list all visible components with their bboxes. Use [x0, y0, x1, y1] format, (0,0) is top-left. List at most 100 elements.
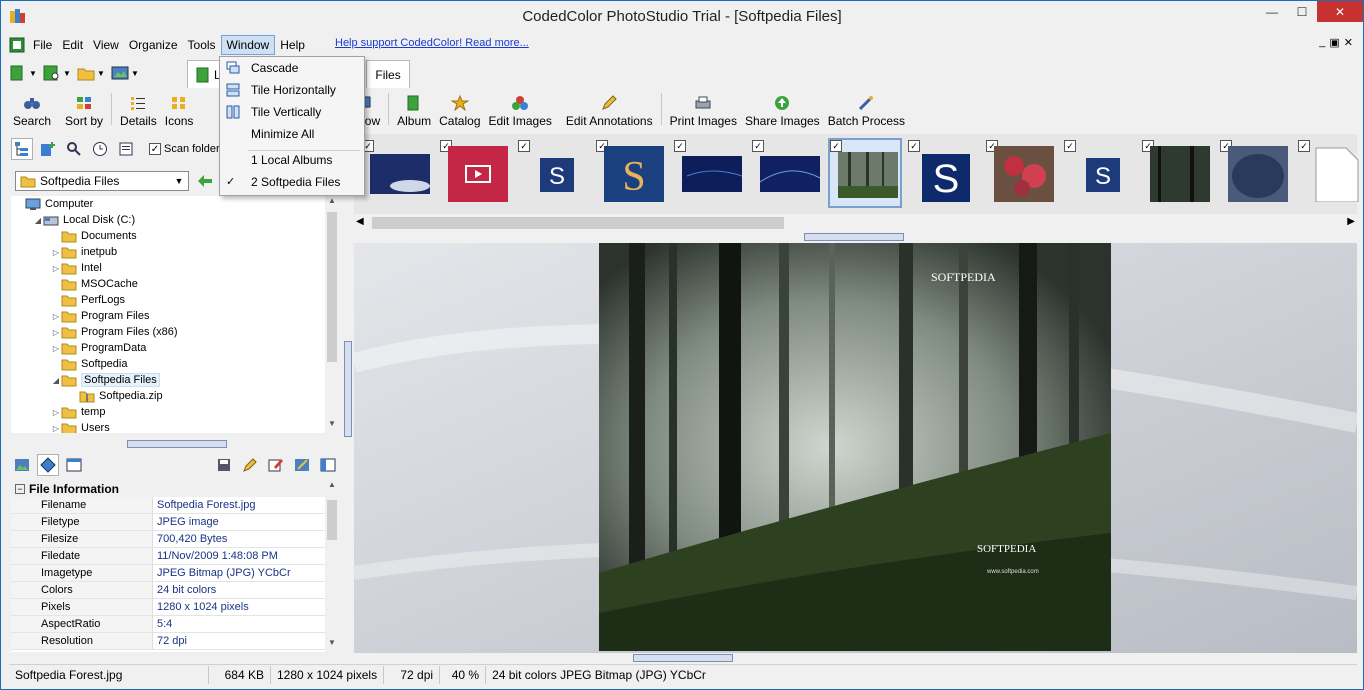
tree-item[interactable]: ▷ Program Files — [11, 308, 339, 324]
property-row[interactable]: Filedate 11/Nov/2009 1:48:08 PM — [11, 548, 339, 565]
tree-item[interactable]: ◢ Softpedia Files — [11, 372, 339, 388]
tab-preview[interactable] — [11, 454, 33, 476]
edit-images-button[interactable]: Edit Images — [485, 89, 556, 129]
menu-view[interactable]: View — [88, 35, 124, 55]
tree-item[interactable]: ▷ Intel — [11, 260, 339, 276]
image-preview[interactable]: SOFTPEDIA SOFTPEDIA www.softpedia.com — [354, 243, 1357, 653]
thumbnail[interactable]: ✓ — [1220, 140, 1290, 206]
save-tags-button[interactable] — [213, 454, 235, 476]
collapse-icon[interactable]: − — [15, 483, 25, 494]
preview-splitter-handle[interactable] — [633, 654, 733, 662]
tree-item[interactable]: Softpedia — [11, 356, 339, 372]
property-row[interactable]: Resolution 72 dpi — [11, 633, 339, 650]
document-icon[interactable] — [9, 37, 25, 53]
scroll-thumb[interactable] — [372, 217, 784, 229]
menu-item-tile-vertically[interactable]: Tile Vertically — [220, 101, 364, 123]
edit-annotations-button[interactable]: Edit Annotations — [556, 89, 657, 129]
folder-combo[interactable]: Softpedia Files ▼ — [15, 171, 189, 191]
icons-button[interactable]: Icons — [161, 89, 198, 129]
album-button[interactable]: Album — [393, 89, 435, 129]
expand-toggle-icon[interactable]: ▷ — [51, 264, 61, 273]
tree-scrollbar[interactable]: ▲ ▼ — [325, 196, 339, 433]
tree-item[interactable]: ▷ Program Files (x86) — [11, 324, 339, 340]
tab-history[interactable] — [89, 138, 111, 160]
expand-toggle-icon[interactable]: ▷ — [51, 344, 61, 353]
menu-help[interactable]: Help — [275, 35, 310, 55]
tree-item[interactable]: ▷ inetpub — [11, 244, 339, 260]
edit-caption-button[interactable] — [265, 454, 287, 476]
thumbnail[interactable]: ✓ — [752, 140, 822, 206]
menu-item-tile-horizontally[interactable]: Tile Horizontally — [220, 79, 364, 101]
go-back-arrow-icon[interactable] — [197, 174, 213, 188]
thumbnail-selected[interactable]: ✓ — [828, 138, 902, 208]
share-images-button[interactable]: Share Images — [741, 89, 824, 129]
scroll-up-icon[interactable]: ▲ — [325, 196, 339, 210]
menu-organize[interactable]: Organize — [124, 35, 183, 55]
tree-item[interactable]: ▷ temp — [11, 404, 339, 420]
expand-toggle-icon[interactable]: ▷ — [51, 408, 61, 417]
scroll-down-icon[interactable]: ▼ — [325, 419, 339, 433]
property-row[interactable]: Colors 24 bit colors — [11, 582, 339, 599]
thumbnail[interactable]: ✓ — [362, 140, 432, 206]
scroll-thumb[interactable] — [327, 500, 337, 540]
thumbnail[interactable]: ✓ S — [596, 140, 666, 206]
tab-info[interactable] — [63, 454, 85, 476]
tree-item[interactable]: PerfLogs — [11, 292, 339, 308]
scan-folders-checkbox[interactable]: ✓ Scan folders — [149, 143, 225, 155]
tab-folders[interactable] — [11, 138, 33, 160]
property-row[interactable]: Pixels 1280 x 1024 pixels — [11, 599, 339, 616]
open-folder-button[interactable]: ▼ — [77, 62, 105, 84]
search-button[interactable]: Search — [9, 89, 55, 129]
edit-tags-button[interactable] — [239, 454, 261, 476]
tree-item[interactable]: ▷ ProgramData — [11, 340, 339, 356]
menu-item-window-2[interactable]: ✓ 2 Softpedia Files — [220, 171, 364, 193]
property-row[interactable]: Filetype JPEG image — [11, 514, 339, 531]
property-row[interactable]: Imagetype JPEG Bitmap (JPG) YCbCr — [11, 565, 339, 582]
tree-item[interactable]: MSOCache — [11, 276, 339, 292]
scroll-right-icon[interactable]: ▶ — [1347, 216, 1355, 227]
left-splitter-handle[interactable] — [127, 440, 227, 448]
menu-item-minimize-all[interactable]: Minimize All — [220, 123, 364, 145]
sort-by-button[interactable]: Sort by — [55, 89, 107, 129]
batch-process-button[interactable]: Batch Process — [824, 89, 909, 129]
tree-item[interactable]: ◢ Local Disk (C:) — [11, 212, 339, 228]
tab-softpedia-files[interactable]: Files — [366, 60, 410, 88]
tree-item[interactable]: Documents — [11, 228, 339, 244]
thumbnail-scrollbar[interactable]: ◀ ▶ — [354, 216, 1357, 230]
thumbnail[interactable]: ✓ S — [1064, 140, 1134, 206]
expand-toggle-icon[interactable]: ▷ — [51, 248, 61, 257]
expand-toggle-icon[interactable]: ▷ — [51, 424, 61, 433]
expand-toggle-icon[interactable]: ▷ — [51, 312, 61, 321]
chevron-down-icon[interactable]: ▼ — [172, 174, 186, 188]
thumbnail[interactable]: ✓ — [674, 140, 744, 206]
tree-item[interactable]: Softpedia.zip — [11, 388, 339, 404]
expand-toggle-icon[interactable]: ▷ — [51, 328, 61, 337]
scroll-thumb[interactable] — [327, 212, 337, 362]
mdi-restore-button[interactable]: ▣ — [1329, 36, 1339, 49]
menu-item-cascade[interactable]: Cascade — [220, 57, 364, 79]
catalog-button[interactable]: ▼ — [43, 62, 71, 84]
tree-item[interactable]: Computer — [11, 196, 339, 212]
expand-toggle-icon[interactable]: ◢ — [51, 376, 61, 385]
help-support-link[interactable]: Help support CodedColor! Read more... — [335, 37, 529, 49]
expand-toggle-icon[interactable]: ◢ — [33, 216, 43, 225]
property-row[interactable]: AspectRatio 5:4 — [11, 616, 339, 633]
tab-albums[interactable] — [37, 138, 59, 160]
scroll-down-icon[interactable]: ▼ — [325, 638, 339, 652]
thumbnail[interactable]: ✓ S — [908, 140, 978, 206]
mdi-minimize-button[interactable]: _ — [1319, 36, 1325, 49]
details-button[interactable]: Details — [116, 89, 161, 129]
thumbnail[interactable]: ✓ — [986, 140, 1056, 206]
file-info-header[interactable]: − File Information — [11, 480, 339, 497]
thumbnail[interactable]: ✓ — [1298, 140, 1364, 206]
edit-image-info-button[interactable] — [291, 454, 313, 476]
menu-item-window-1[interactable]: 1 Local Albums — [220, 149, 364, 171]
menu-tools[interactable]: Tools — [183, 35, 221, 55]
tree-item[interactable]: ▷ Users — [11, 420, 339, 433]
tab-catalog[interactable] — [115, 138, 137, 160]
print-images-button[interactable]: Print Images — [666, 89, 741, 129]
property-row[interactable]: Filename Softpedia Forest.jpg — [11, 497, 339, 514]
minimize-button[interactable]: — — [1257, 1, 1287, 22]
layout-button[interactable] — [317, 454, 339, 476]
app-icon[interactable] — [9, 7, 27, 25]
